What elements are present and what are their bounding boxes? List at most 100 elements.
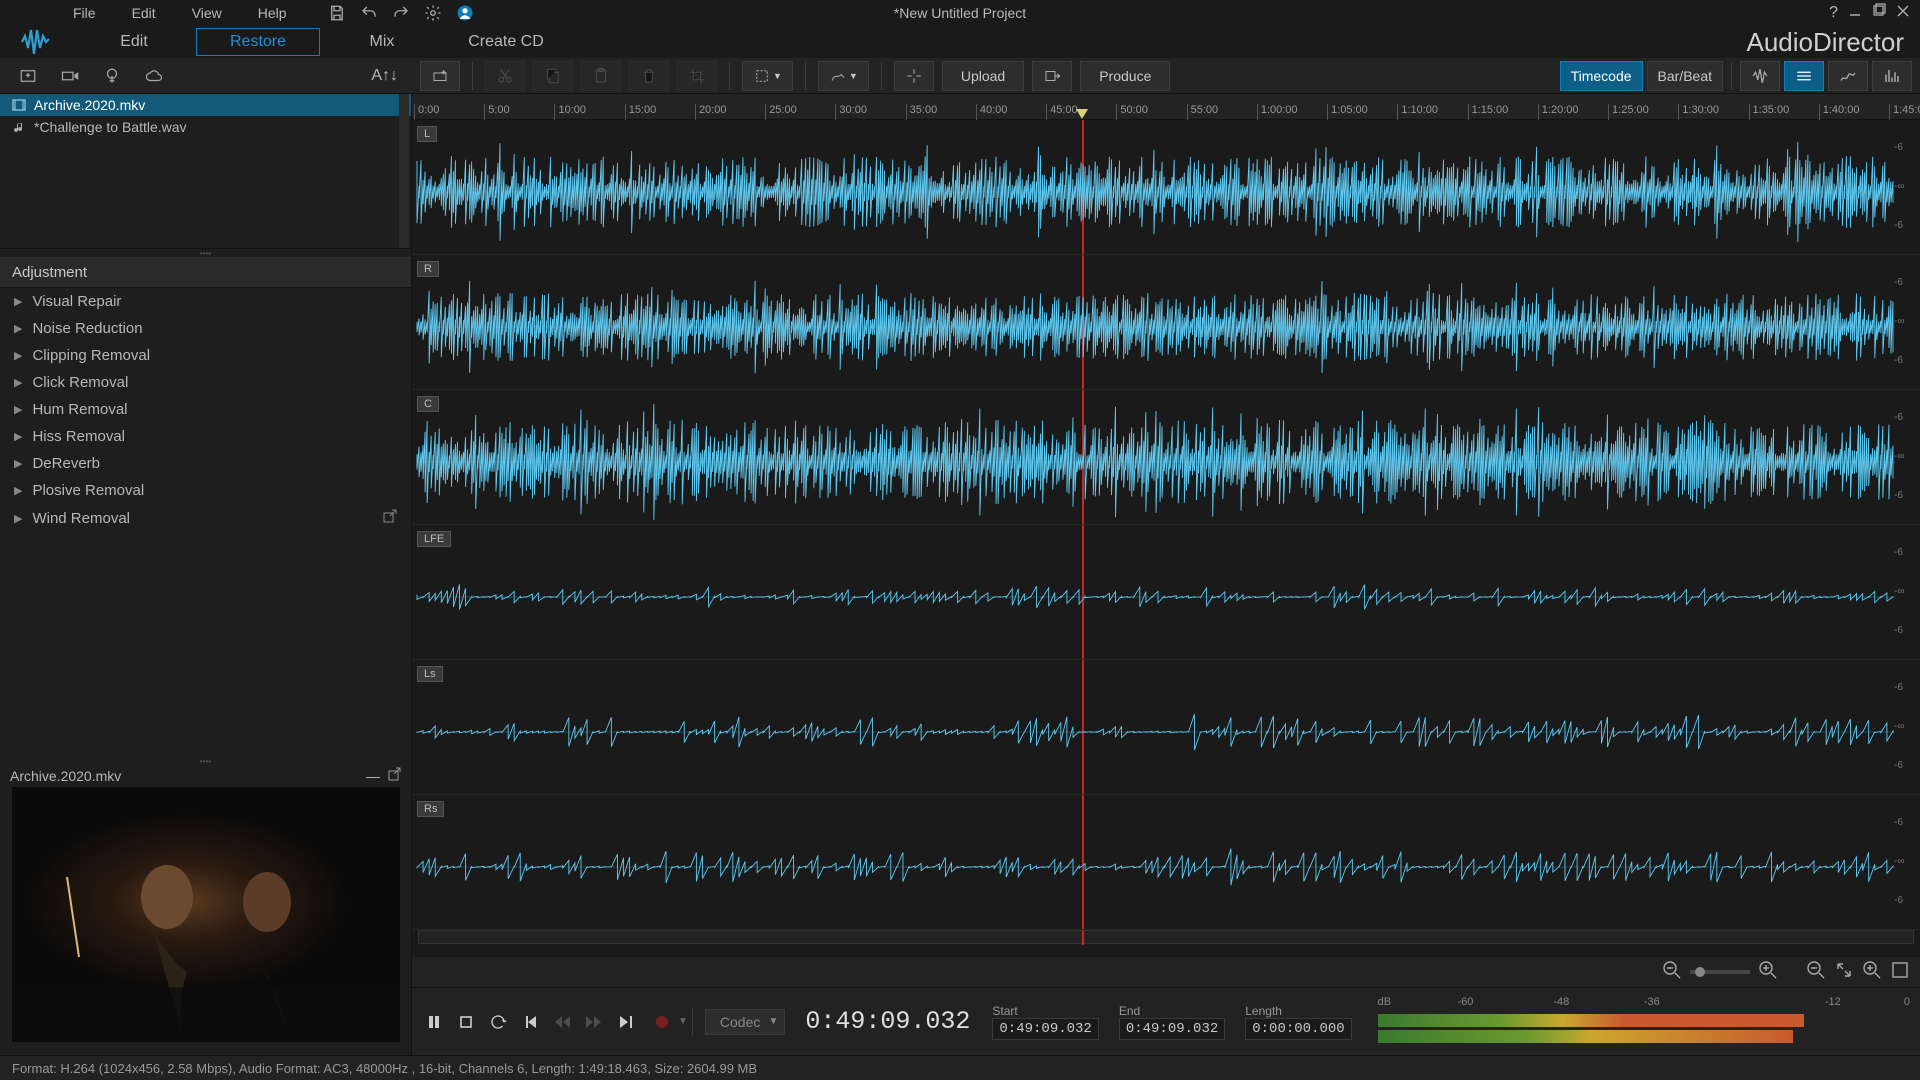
menu-file[interactable]: File [55,1,114,25]
record-button[interactable] [648,1008,676,1036]
scrollbar[interactable] [399,94,409,248]
start-value[interactable]: 0:49:09.032 [992,1018,1098,1040]
zoom-out-v-icon[interactable] [1806,960,1826,984]
adj-label: Plosive Removal [32,482,144,499]
draw-tool-button[interactable]: ▼ [818,61,869,91]
maximize-icon[interactable] [1872,4,1886,22]
file-row-selected[interactable]: Archive.2020.mkv [0,94,411,116]
waveform[interactable] [417,142,1895,242]
playhead-marker-icon[interactable] [1076,108,1088,120]
waveform[interactable] [417,547,1895,647]
tab-restore[interactable]: Restore [196,28,320,56]
video-preview[interactable] [12,787,400,1042]
chevron-right-icon: ▶ [14,322,22,335]
cloud-icon[interactable] [142,64,166,88]
db-scale: -6-∞-6 [1894,120,1916,231]
menu-help[interactable]: Help [240,1,305,25]
minimize-preview-icon[interactable]: — [366,768,380,784]
stop-button[interactable] [452,1008,480,1036]
channel-ls[interactable]: Ls-6-∞-6 [412,660,1920,795]
view-spectral-line-icon[interactable] [1828,61,1868,91]
ruler-tick: 1:05:00 [1327,104,1368,120]
zoom-in-v-icon[interactable] [1862,960,1882,984]
crop-button[interactable] [677,61,717,91]
import-media-icon[interactable] [16,64,40,88]
user-account-icon[interactable] [453,1,477,25]
view-waveform-icon[interactable] [1740,61,1780,91]
file-row[interactable]: *Challenge to Battle.wav [0,116,411,138]
ruler-tick: 1:25:00 [1608,104,1649,120]
loop-button[interactable] [484,1008,512,1036]
export-button[interactable] [1032,61,1072,91]
adj-visual-repair[interactable]: ▶Visual Repair [0,288,411,315]
splitter[interactable]: •••• [0,249,411,257]
splitter[interactable]: •••• [0,757,411,765]
paste-button[interactable] [581,61,621,91]
record-dropdown-icon[interactable]: ▼ [678,1016,688,1027]
view-multichannel-icon[interactable] [1784,61,1824,91]
adj-click-removal[interactable]: ▶Click Removal [0,369,411,396]
waveform[interactable] [417,277,1895,377]
channel-rs[interactable]: Rs-6-∞-6 [412,795,1920,930]
adj-wind-removal[interactable]: ▶Wind Removal [0,504,411,532]
adj-plosive-removal[interactable]: ▶Plosive Removal [0,477,411,504]
view-spectral-icon[interactable] [1872,61,1912,91]
adj-hum-removal[interactable]: ▶Hum Removal [0,396,411,423]
download-cloud-icon[interactable] [100,64,124,88]
delete-button[interactable] [629,61,669,91]
skip-start-button[interactable] [516,1008,544,1036]
adj-noise-reduction[interactable]: ▶Noise Reduction [0,315,411,342]
length-value[interactable]: 0:00:00.000 [1245,1018,1351,1040]
pause-button[interactable] [420,1008,448,1036]
waveform[interactable] [417,682,1895,782]
undo-icon[interactable] [357,1,381,25]
tab-edit[interactable]: Edit [72,28,196,56]
zoom-h-slider[interactable] [1690,970,1750,974]
codec-select[interactable]: Codec▼ [705,1009,785,1035]
tab-create-cd[interactable]: Create CD [444,28,568,56]
skip-end-button[interactable] [612,1008,640,1036]
level-meter: dB -60 -48 -36 -12 0 [1378,996,1910,1048]
tab-mix[interactable]: Mix [320,28,444,56]
minimize-icon[interactable] [1848,4,1862,22]
record-media-icon[interactable] [58,64,82,88]
external-link-icon[interactable] [383,509,397,527]
adj-clipping-removal[interactable]: ▶Clipping Removal [0,342,411,369]
adj-hiss-removal[interactable]: ▶Hiss Removal [0,423,411,450]
produce-button[interactable]: Produce [1080,61,1170,91]
zoom-in-h-icon[interactable] [1758,960,1778,984]
zoom-out-h-icon[interactable] [1662,960,1682,984]
selection-tool-button[interactable]: ▼ [742,61,793,91]
copy-button[interactable] [533,61,573,91]
cut-button[interactable] [485,61,525,91]
add-track-button[interactable] [420,61,460,91]
close-icon[interactable] [1896,4,1910,22]
forward-button[interactable] [580,1008,608,1036]
upload-button[interactable]: Upload [942,61,1024,91]
zoom-fit-icon[interactable] [1890,960,1910,984]
settings-icon[interactable] [421,1,445,25]
adj-dereverb[interactable]: ▶DeReverb [0,450,411,477]
menu-edit[interactable]: Edit [114,1,174,25]
save-icon[interactable] [325,1,349,25]
redo-icon[interactable] [389,1,413,25]
rewind-button[interactable] [548,1008,576,1036]
end-value[interactable]: 0:49:09.032 [1119,1018,1225,1040]
menu-view[interactable]: View [174,1,240,25]
barbeat-toggle[interactable]: Bar/Beat [1647,61,1723,91]
zoom-fit-v-icon[interactable] [1834,960,1854,984]
horizontal-scrollbar[interactable] [418,930,1914,944]
channel-r[interactable]: R-6-∞-6 [412,255,1920,390]
help-icon[interactable]: ? [1829,4,1838,22]
waveform[interactable] [417,817,1895,917]
channel-c[interactable]: C-6-∞-6 [412,390,1920,525]
channel-lfe[interactable]: LFE-6-∞-6 [412,525,1920,660]
time-ruler[interactable]: 0:005:0010:0015:0020:0025:0030:0035:0040… [412,94,1920,120]
waveform[interactable] [417,412,1895,512]
timecode-toggle[interactable]: Timecode [1560,61,1643,91]
auto-adjust-button[interactable]: A↑↓ [371,67,398,85]
snap-button[interactable] [894,61,934,91]
channel-l[interactable]: L-6-∞-6 [412,120,1920,255]
popout-preview-icon[interactable] [388,768,401,784]
chevron-right-icon: ▶ [14,403,22,416]
